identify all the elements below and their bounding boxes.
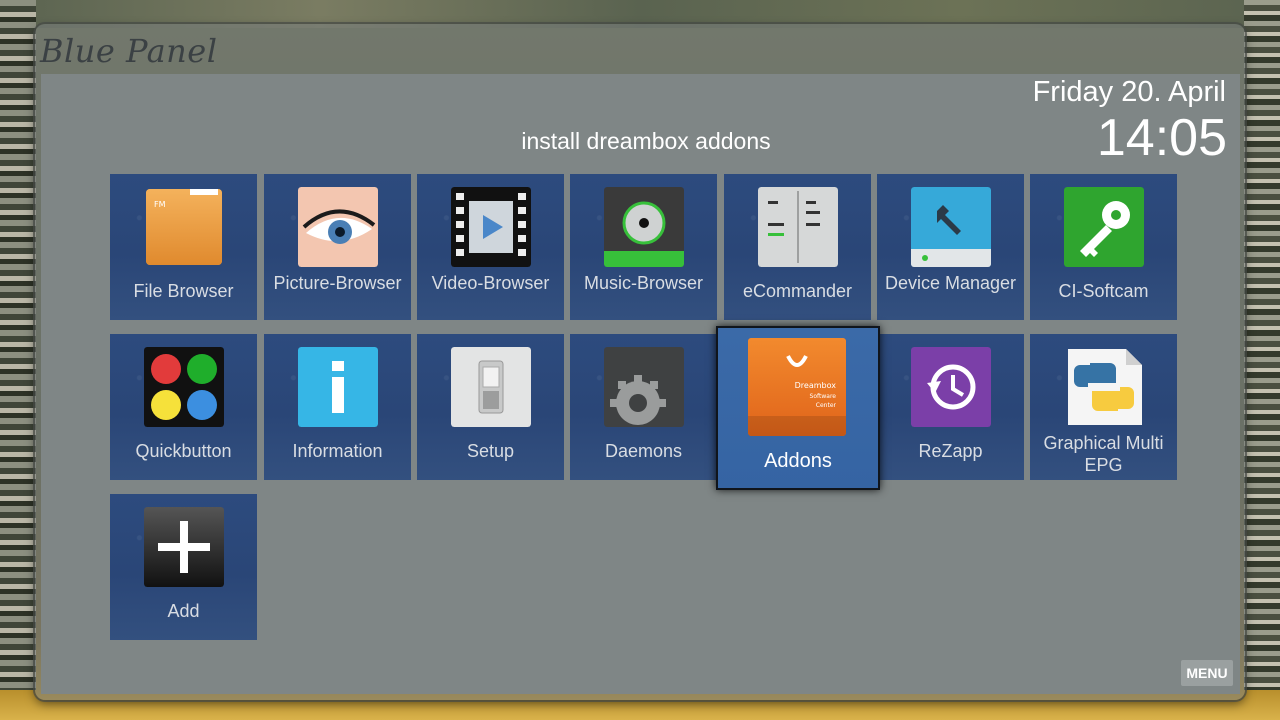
tile-label: Graphical Multi EPG [1043,433,1164,475]
python-icon [1068,349,1142,425]
tile-label: Device Manager [884,273,1017,293]
server-icon [758,187,838,267]
tile-add[interactable]: Add [110,494,257,640]
background-left [0,0,36,720]
tile-ci-softcam[interactable]: CI-Softcam [1030,174,1177,320]
plus-icon [144,507,224,587]
switch-icon [451,347,531,427]
tile-label: Addons [764,450,832,472]
tile-device-manager[interactable]: Device Manager [877,174,1024,320]
tile-label: Add [167,601,200,621]
tile-information[interactable]: Information [264,334,411,480]
eye-icon [298,187,378,267]
shopping-bag-icon: Dreambox Software Center [748,338,846,436]
tile-graphical-multi-epg[interactable]: Graphical Multi EPG [1030,334,1177,480]
tile-label: Video-Browser [431,273,550,293]
tile-rezapp[interactable]: ReZapp [877,334,1024,480]
tile-label: Information [292,441,383,461]
disc-icon [604,187,684,267]
tile-label: Quickbutton [135,441,232,461]
film-icon [451,187,531,267]
history-icon [911,347,991,427]
tile-label: Picture-Browser [273,273,402,293]
tile-music-browser[interactable]: Music-Browser [570,174,717,320]
tile-addons[interactable]: Dreambox Software Center Addons [716,326,880,490]
gear-icon [604,347,684,427]
tile-video-browser[interactable]: Video-Browser [417,174,564,320]
selected-item-description: install dreambox addons [521,128,771,154]
tile-daemons[interactable]: Daemons [570,334,717,480]
tile-label: CI-Softcam [1058,281,1149,301]
date-display: Friday 20. April [1032,76,1226,108]
svg-text:FM: FM [154,200,166,209]
wrench-drive-icon [911,187,991,267]
menu-button[interactable]: MENU [1181,660,1233,686]
tile-label: Daemons [604,441,683,461]
tile-quickbutton[interactable]: Quickbutton [110,334,257,480]
tile-label: ReZapp [918,441,983,461]
icon-text: Dreambox [795,381,837,390]
icon-text: Software [810,393,837,400]
icon-text: Center [816,402,837,409]
key-icon [1064,187,1144,267]
panel-title: Blue Panel [40,32,218,70]
tile-label: Setup [466,441,515,461]
color-buttons-icon [144,347,224,427]
tile-file-browser[interactable]: FM File Browser [110,174,257,320]
info-icon [298,347,378,427]
tile-label: Music-Browser [583,273,703,293]
tile-label: File Browser [133,281,234,301]
background-right [1244,0,1280,720]
folder-icon: FM [146,189,222,265]
tile-setup[interactable]: Setup [417,334,564,480]
tile-picture-browser[interactable]: Picture-Browser [264,174,411,320]
tile-label: eCommander [742,281,853,301]
tile-ecommander[interactable]: eCommander [724,174,871,320]
